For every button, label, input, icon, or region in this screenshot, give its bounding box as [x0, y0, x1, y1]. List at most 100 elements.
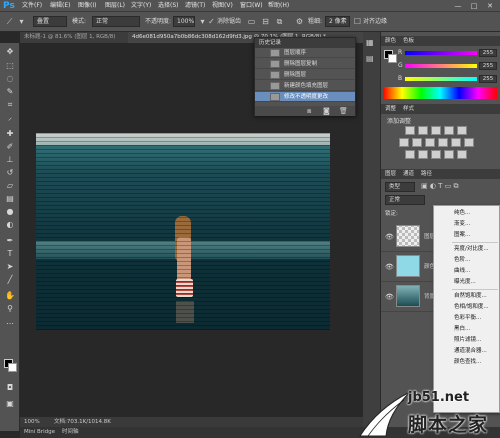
menu-item-photo-filter[interactable]: 照片滤镜... [434, 335, 499, 345]
camera-icon[interactable]: ◙ [323, 107, 330, 115]
tab-color[interactable]: 颜色 [385, 36, 396, 46]
type-tool-icon[interactable]: T [3, 249, 17, 259]
history-item-active[interactable]: 修改不透明度更改 [255, 92, 355, 102]
slider-b[interactable]: B 255 [381, 74, 500, 84]
menu-layer[interactable]: 图层(L) [105, 1, 125, 11]
slider-r-track[interactable] [405, 51, 477, 55]
smooth-checkbox[interactable]: ✓ [206, 16, 217, 27]
slider-g[interactable]: G 255 [381, 61, 500, 71]
menu-edit[interactable]: 编辑(E) [50, 1, 70, 11]
menu-item-brightness-contrast[interactable]: 亮度/对比度... [434, 244, 499, 254]
eyedropper-tool-icon[interactable]: ⸝ [3, 113, 17, 123]
menu-item-solid-color[interactable]: 纯色... [434, 208, 499, 218]
arrange-icon[interactable]: ⧉ [274, 16, 285, 27]
properties-panel-icon[interactable]: ▤ [366, 54, 374, 63]
history-item[interactable]: 图层顺序 [255, 48, 355, 58]
vibrance-adjust-icon[interactable] [457, 126, 467, 135]
hue-adjust-icon[interactable] [399, 138, 409, 147]
filter-icons[interactable]: ▣ ◐ T ▭ ⧉ [421, 182, 459, 191]
posterize-adjust-icon[interactable] [418, 150, 428, 159]
menu-item-color-balance[interactable]: 色彩平衡... [434, 313, 499, 323]
eye-icon[interactable]: 👁 [385, 262, 395, 272]
menu-select[interactable]: 选择(S) [158, 1, 179, 11]
balance-adjust-icon[interactable] [412, 138, 422, 147]
new-document-icon[interactable]: ⧈ [307, 107, 311, 116]
gradient-tool-icon[interactable]: ▤ [3, 194, 17, 204]
menu-item-vibrance[interactable]: 自然饱和度... [434, 291, 499, 301]
hand-tool-icon[interactable]: ✋ [3, 291, 17, 301]
align-edges-checkbox[interactable]: ☐ [352, 16, 363, 27]
eraser-tool-icon[interactable]: ▱ [3, 181, 17, 191]
history-item[interactable]: 删除图层复制 [255, 59, 355, 69]
quick-select-tool-icon[interactable]: ✎ [3, 87, 17, 97]
menu-item-gradient[interactable]: 渐变... [434, 219, 499, 229]
tab-channels[interactable]: 通道 [403, 169, 414, 179]
extra-tool-icon[interactable]: … [3, 317, 17, 327]
marquee-tool-icon[interactable]: ⬚ [3, 61, 17, 71]
document-canvas[interactable] [36, 133, 330, 330]
tab-layers[interactable]: 图层 [385, 169, 396, 179]
align-icon[interactable]: ⊟ [260, 16, 271, 27]
tab-untitled[interactable]: 未标题-1 @ 81.6% (图层 1, RGB/8) [20, 32, 128, 43]
trash-icon[interactable]: 🗑 [339, 107, 348, 115]
menu-item-levels[interactable]: 色阶... [434, 255, 499, 265]
menu-filter[interactable]: 滤镜(T) [185, 1, 205, 11]
gear-icon[interactable]: ⚙ [294, 16, 305, 27]
line-tool-icon[interactable]: ╱ [3, 275, 17, 285]
threshold-adjust-icon[interactable] [431, 150, 441, 159]
history-item[interactable]: 新建颜色填充图层 [255, 81, 355, 91]
stamp-tool-icon[interactable]: ⊥ [3, 155, 17, 165]
invert-adjust-icon[interactable] [405, 150, 415, 159]
menu-item-hue-saturation[interactable]: 色相/饱和度... [434, 302, 499, 312]
menu-item-exposure[interactable]: 曝光度... [434, 277, 499, 287]
blend-mode-select[interactable]: 正常 [385, 195, 425, 205]
path-select-tool-icon[interactable]: ➤ [3, 262, 17, 272]
history-panel-icon[interactable]: ▦ [366, 38, 374, 47]
slider-g-track[interactable] [405, 64, 477, 68]
eye-icon[interactable]: 👁 [385, 232, 395, 242]
path-ops-icon[interactable]: ▭ [246, 16, 257, 27]
screen-mode-icon[interactable]: ▣ [3, 399, 17, 409]
tab-adjustments[interactable]: 调整 [385, 104, 396, 114]
levels-adjust-icon[interactable] [418, 126, 428, 135]
brightness-adjust-icon[interactable] [405, 126, 415, 135]
slider-b-track[interactable] [405, 77, 477, 81]
pen-tool-icon[interactable]: ✒ [3, 236, 17, 246]
zoom-level[interactable]: 100% [24, 417, 40, 427]
menu-view[interactable]: 视图(V) [212, 1, 233, 11]
tab-swatches[interactable]: 色板 [403, 36, 414, 46]
pencil-tool-icon[interactable]: ⟋ [4, 16, 15, 27]
layer-filter-select[interactable]: 类型 [385, 182, 415, 192]
background-color-swatch[interactable] [8, 363, 17, 372]
color-spectrum-bar[interactable] [383, 87, 497, 99]
menu-file[interactable]: 文件(F) [22, 1, 42, 11]
menu-window[interactable]: 窗口(W) [240, 1, 263, 11]
history-brush-tool-icon[interactable]: ↺ [3, 168, 17, 178]
menu-item-pattern[interactable]: 图案... [434, 230, 499, 240]
exposure-adjust-icon[interactable] [444, 126, 454, 135]
menu-item-color-lookup[interactable]: 颜色查找... [434, 357, 499, 367]
brush-tool-icon[interactable]: ✐ [3, 142, 17, 152]
menu-help[interactable]: 帮助(H) [268, 1, 289, 11]
minimize-icon[interactable]: — [452, 1, 464, 11]
bw-adjust-icon[interactable] [425, 138, 435, 147]
curves-adjust-icon[interactable] [431, 126, 441, 135]
preset-select[interactable]: 叠置 [33, 16, 67, 27]
tab-paths[interactable]: 路径 [421, 169, 432, 179]
menu-type[interactable]: 文字(Y) [131, 1, 151, 11]
mixer-adjust-icon[interactable] [451, 138, 461, 147]
menu-item-channel-mixer[interactable]: 通道混合器... [434, 346, 499, 356]
weight-input[interactable]: 2 像素 [325, 16, 350, 27]
slider-r[interactable]: R 255 [381, 48, 500, 58]
opacity-input[interactable]: 100% [173, 16, 195, 27]
healing-tool-icon[interactable]: ✚ [3, 129, 17, 139]
selective-color-adjust-icon[interactable] [457, 150, 467, 159]
crop-tool-icon[interactable]: ⌗ [3, 100, 17, 110]
menu-item-black-white[interactable]: 黑白... [434, 324, 499, 334]
tab-mini-bridge[interactable]: Mini Bridge [24, 427, 55, 438]
mode-select[interactable]: 正常 [92, 16, 140, 27]
chevron-down-icon[interactable]: ▾ [16, 16, 27, 27]
eye-icon[interactable]: 👁 [385, 292, 395, 302]
history-item[interactable]: 删除图层 [255, 70, 355, 80]
close-icon[interactable]: ✕ [484, 1, 496, 11]
